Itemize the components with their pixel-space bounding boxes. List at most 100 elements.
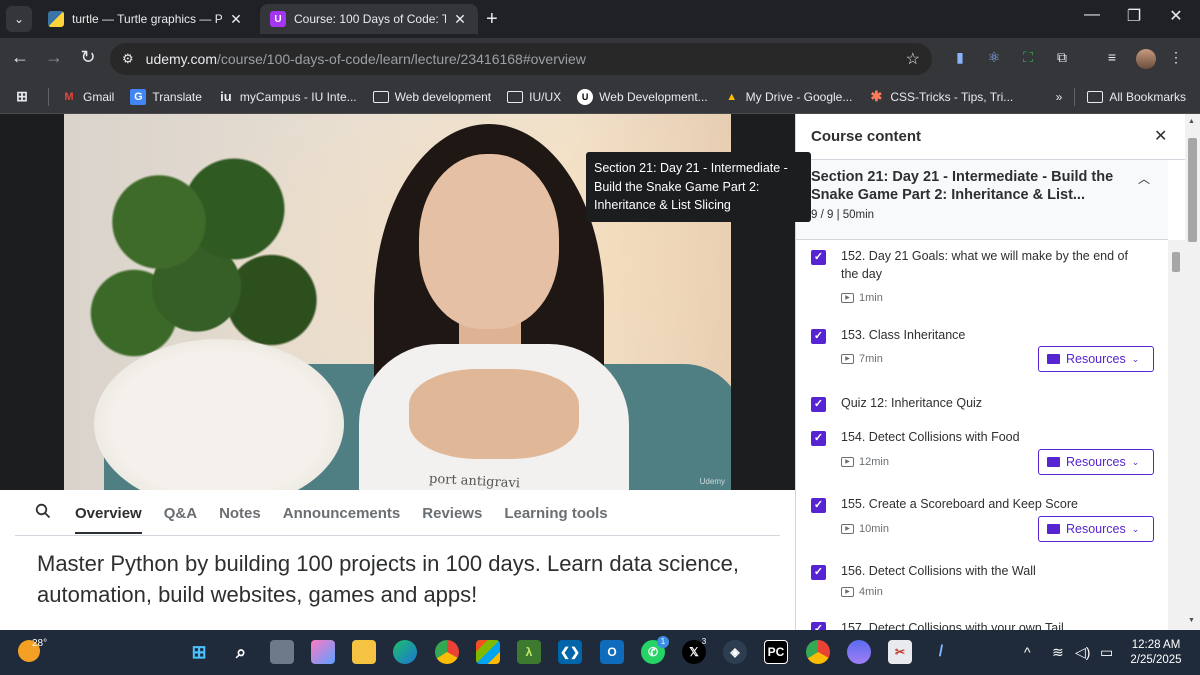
- lambda-app-icon[interactable]: λ: [517, 640, 541, 664]
- bookmark-gmail[interactable]: M Gmail: [53, 89, 122, 105]
- folder-icon: [1047, 457, 1060, 467]
- browser-menu-icon[interactable]: ⋮: [1166, 49, 1186, 69]
- bookmark-web-development-udemy[interactable]: U Web Development...: [569, 88, 716, 105]
- list-item[interactable]: ✓ 155. Create a Scoreboard and Keep Scor…: [796, 493, 1168, 560]
- browser-tab-udemy[interactable]: U Course: 100 Days of Code: The ✕: [260, 4, 478, 34]
- section-meta: 9 / 9 | 50min: [811, 209, 875, 221]
- extension-screenshot-icon[interactable]: ⛶: [1018, 49, 1038, 69]
- apps-grid-icon[interactable]: ⊞: [0, 88, 44, 105]
- copilot-icon[interactable]: [311, 640, 335, 664]
- snipping-tool-icon[interactable]: ✂: [888, 640, 912, 664]
- pycharm-icon[interactable]: PC: [764, 640, 788, 664]
- folder-icon: [507, 90, 524, 103]
- checkbox-checked-icon[interactable]: ✓: [811, 565, 826, 580]
- checkbox-checked-icon[interactable]: ✓: [811, 622, 826, 630]
- bookmark-star-icon[interactable]: ☆: [906, 49, 920, 69]
- wifi-icon[interactable]: ≋: [1052, 644, 1064, 661]
- tab-notes[interactable]: Notes: [219, 490, 261, 536]
- bookmark-web-development-folder[interactable]: Web development: [365, 90, 500, 104]
- pen-app-icon[interactable]: /: [929, 640, 953, 664]
- extension-react-icon[interactable]: ⚛: [984, 49, 1004, 69]
- extension-docs-icon[interactable]: ▮: [950, 49, 970, 69]
- window-close-button[interactable]: ✕: [1156, 6, 1196, 26]
- list-item[interactable]: ✓ 152. Day 21 Goals: what we will make b…: [796, 240, 1168, 325]
- url-text[interactable]: udemy.com/course/100-days-of-code/learn/…: [146, 51, 586, 67]
- app-icon-bars[interactable]: [847, 640, 871, 664]
- scroll-up-icon[interactable]: ▲: [1188, 118, 1195, 125]
- checkbox-checked-icon[interactable]: ✓: [811, 498, 826, 513]
- tab-announcements[interactable]: Announcements: [283, 490, 401, 536]
- new-tab-button[interactable]: +: [486, 8, 498, 31]
- resources-button[interactable]: Resources ⌄: [1038, 449, 1154, 475]
- vscode-icon[interactable]: ❮❯: [558, 640, 582, 664]
- bookmarks-overflow-button[interactable]: »: [1048, 90, 1071, 104]
- list-item[interactable]: ✓ 156. Detect Collisions with the Wall ▶…: [796, 560, 1168, 617]
- tab-overview[interactable]: Overview: [75, 490, 142, 536]
- scrollbar-thumb[interactable]: [1172, 252, 1180, 272]
- bookmark-my-drive[interactable]: ▲ My Drive - Google...: [716, 89, 861, 105]
- bookmark-translate[interactable]: G Translate: [122, 88, 210, 105]
- list-item[interactable]: ✓ 157. Detect Collisions with your own T…: [796, 617, 1168, 630]
- resources-button[interactable]: Resources ⌄: [1038, 346, 1154, 372]
- restore-button[interactable]: ❐: [1114, 6, 1154, 26]
- battery-icon[interactable]: ▭: [1100, 644, 1113, 661]
- close-icon[interactable]: ✕: [1154, 126, 1167, 146]
- page-scrollbar[interactable]: ▲ ▼: [1185, 114, 1200, 630]
- windows-start-icon[interactable]: ⊞: [187, 640, 211, 664]
- video-icon: ▶: [841, 587, 854, 597]
- section-tooltip: Section 21: Day 21 - Intermediate - Buil…: [586, 152, 811, 222]
- tab-learning-tools[interactable]: Learning tools: [504, 490, 607, 536]
- file-explorer-icon[interactable]: [352, 640, 376, 664]
- tab-reviews[interactable]: Reviews: [422, 490, 482, 536]
- browser-tab-turtle[interactable]: turtle — Turtle graphics — Pyth ✕: [38, 4, 254, 34]
- section-header[interactable]: Section 21: Day 21 - Intermediate - Buil…: [796, 160, 1168, 240]
- back-button[interactable]: ←: [8, 47, 32, 68]
- bookmark-css-tricks[interactable]: ✱ CSS-Tricks - Tips, Tri...: [860, 88, 1021, 105]
- scrollbar-thumb[interactable]: [1188, 138, 1197, 242]
- checkbox-checked-icon[interactable]: ✓: [811, 250, 826, 265]
- search-icon[interactable]: ⌕: [229, 640, 253, 664]
- sidebar-header: Course content ✕: [796, 114, 1185, 160]
- address-bar[interactable]: ⚙ udemy.com/course/100-days-of-code/lear…: [110, 43, 932, 75]
- clock-time: 12:28 AM: [1131, 639, 1181, 651]
- checkbox-checked-icon[interactable]: ✓: [811, 329, 826, 344]
- tab-search-button[interactable]: ⌄: [6, 6, 32, 32]
- weather-widget[interactable]: 28°: [18, 638, 58, 662]
- resources-button[interactable]: Resources ⌄: [1038, 516, 1154, 542]
- scroll-down-icon[interactable]: ▼: [1188, 617, 1195, 624]
- bookmark-mycampus[interactable]: iu myCampus - IU Inte...: [210, 89, 365, 105]
- tab-qa[interactable]: Q&A: [164, 490, 197, 536]
- profile-avatar[interactable]: [1136, 49, 1156, 69]
- chrome-icon[interactable]: [435, 640, 459, 664]
- edge-icon[interactable]: [393, 640, 417, 664]
- extensions-puzzle-icon[interactable]: ⧉: [1052, 49, 1072, 69]
- minimize-button[interactable]: —: [1072, 6, 1112, 24]
- close-icon[interactable]: ✕: [228, 11, 244, 28]
- course-headline: Master Python by building 100 projects i…: [37, 551, 739, 607]
- list-item[interactable]: ✓ 154. Detect Collisions with Food ▶ 12mi…: [796, 426, 1168, 493]
- ms-store-icon[interactable]: [476, 640, 500, 664]
- checkbox-checked-icon[interactable]: ✓: [811, 431, 826, 446]
- task-view-icon[interactable]: [270, 640, 294, 664]
- checkbox-checked-icon[interactable]: ✓: [811, 397, 826, 412]
- bookmark-iu-ux-folder[interactable]: IU/UX: [499, 90, 569, 104]
- sidebar-scrollbar[interactable]: [1168, 240, 1185, 630]
- chevron-down-icon: ⌄: [1131, 456, 1140, 467]
- all-bookmarks-button[interactable]: All Bookmarks: [1079, 90, 1200, 104]
- list-item[interactable]: ✓ Quiz 12: Inheritance Quiz: [796, 392, 1168, 426]
- security-shield-icon[interactable]: ◈: [723, 640, 747, 664]
- udemy-icon: U: [270, 11, 286, 27]
- list-item[interactable]: ✓ 153. Class Inheritance ▶ 7min Resources…: [796, 325, 1168, 392]
- outlook-icon[interactable]: O: [600, 640, 624, 664]
- chrome-profile-icon[interactable]: [806, 640, 830, 664]
- reload-button[interactable]: ↻: [76, 47, 100, 68]
- chevron-up-icon[interactable]: ︿: [1138, 170, 1150, 187]
- site-info-icon[interactable]: ⚙: [122, 51, 134, 67]
- media-controls-icon[interactable]: ≡: [1102, 49, 1122, 69]
- system-clock[interactable]: 12:28 AM 2/25/2025: [1118, 638, 1194, 668]
- tray-chevron-up-icon[interactable]: ^: [1024, 644, 1031, 660]
- search-icon[interactable]: [35, 503, 51, 524]
- volume-icon[interactable]: ◁): [1075, 644, 1090, 661]
- close-icon[interactable]: ✕: [452, 11, 468, 28]
- forward-button[interactable]: →: [42, 47, 66, 68]
